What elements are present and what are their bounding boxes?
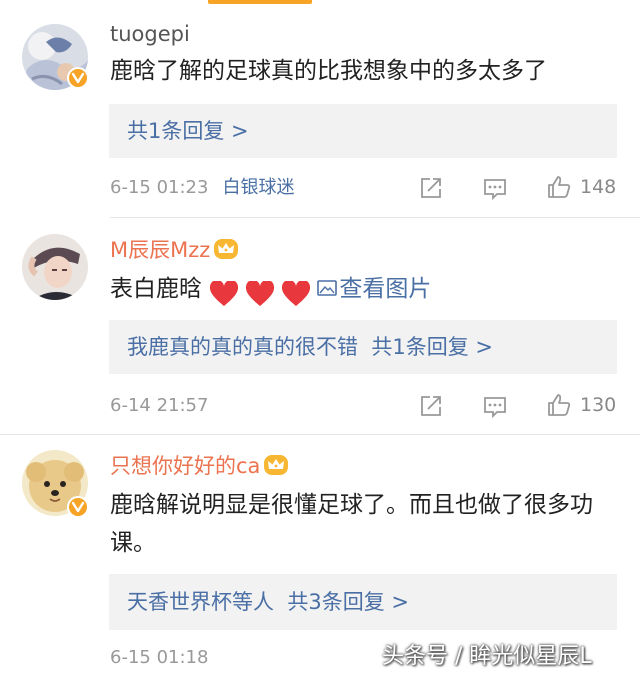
verified-badge-icon (67, 496, 89, 518)
comment-date: 6-15 01:23 (110, 177, 209, 198)
comment-date: 6-15 01:18 (110, 647, 209, 668)
comment-date: 6-14 21:57 (110, 395, 209, 416)
username-text[interactable]: M辰辰Mzz (110, 238, 210, 262)
reply-count-link[interactable]: 共3条回复 > (287, 590, 409, 614)
comment-icon[interactable] (482, 175, 508, 201)
comment-text: 表白鹿晗 查看图片 (110, 270, 610, 312)
user-tag[interactable]: 白银球迷 (222, 177, 294, 198)
like-count: 148 (580, 176, 617, 198)
comment-icon[interactable] (482, 393, 508, 419)
image-icon (317, 280, 338, 296)
comment-item: M辰辰Mzz 表白鹿晗 查看图片 我鹿真的真的真的很不错 共1条回复 > 6-1… (0, 218, 640, 436)
verified-badge-icon (67, 67, 89, 89)
comment-text-body: 表白鹿晗 (110, 276, 202, 302)
username-text[interactable]: 只想你好好的ca (110, 454, 260, 478)
crown-icon (264, 455, 289, 475)
like-count: 130 (580, 394, 617, 416)
view-image-link[interactable]: 查看图片 (317, 276, 431, 302)
reply-count-link[interactable]: 共1条回复 > (371, 335, 493, 359)
reply-preview[interactable]: 我鹿真的真的真的很不错 (127, 335, 358, 359)
reply-box[interactable]: 我鹿真的真的真的很不错 共1条回复 > (109, 320, 617, 374)
view-image-label[interactable]: 查看图片 (339, 276, 431, 302)
heart-icon (210, 280, 239, 306)
reply-line[interactable]: 我鹿真的真的真的很不错 共1条回复 > (127, 332, 493, 362)
share-icon[interactable] (418, 175, 444, 201)
reply-box[interactable]: 共1条回复 > (109, 104, 617, 158)
username[interactable]: tuogepi (110, 20, 190, 48)
reply-box[interactable]: 天香世界杯等人 共3条回复 > (109, 574, 617, 630)
heart-emoji-group (209, 274, 317, 312)
comment-text: 鹿晗解说明显是很懂足球了。而且也做了很多功课。 (110, 492, 593, 556)
username[interactable]: 只想你好好的ca (110, 452, 289, 480)
divider (0, 434, 640, 435)
comment-text: 鹿晗了解的足球真的比我想象中的多太多了 (110, 58, 547, 84)
heart-icon (282, 280, 311, 306)
comment-meta: 6-15 01:23 白银球迷 (110, 176, 294, 200)
comment-item: tuogepi 鹿晗了解的足球真的比我想象中的多太多了 共1条回复 > 6-15… (0, 0, 640, 218)
reply-preview[interactable]: 天香世界杯等人 (127, 590, 274, 614)
reply-count-link[interactable]: 共1条回复 > (127, 116, 249, 146)
like-icon[interactable] (546, 174, 572, 200)
share-icon[interactable] (418, 393, 444, 419)
heart-icon (246, 280, 275, 306)
like-icon[interactable] (546, 392, 572, 418)
comment-meta: 6-15 01:18 (110, 646, 208, 670)
comment-meta: 6-14 21:57 (110, 394, 208, 418)
watermark: 头条号 / 眸光似星辰L (382, 644, 592, 669)
username[interactable]: M辰辰Mzz (110, 236, 239, 264)
avatar[interactable] (22, 234, 88, 300)
crown-icon (214, 239, 239, 259)
reply-line[interactable]: 天香世界杯等人 共3条回复 > (127, 587, 409, 617)
